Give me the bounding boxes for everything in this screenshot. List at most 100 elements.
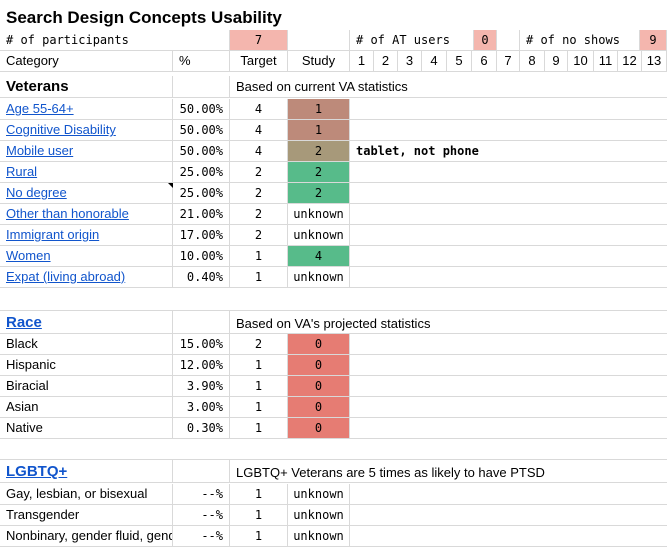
session-number-header[interactable]: 8 — [520, 51, 545, 72]
category-cell[interactable]: Cognitive Disability — [0, 120, 173, 141]
target-cell[interactable]: 1 — [230, 376, 288, 397]
study-cell[interactable]: 4 — [288, 246, 350, 267]
session-number-header[interactable]: 3 — [398, 51, 422, 72]
study-cell[interactable]: 2 — [288, 162, 350, 183]
study-cell[interactable]: unknown — [288, 505, 350, 526]
veterans-note[interactable]: Based on current VA statistics — [230, 76, 667, 98]
target-cell[interactable]: 1 — [230, 505, 288, 526]
target-cell[interactable]: 4 — [230, 141, 288, 162]
percent-cell[interactable]: 0.40% — [173, 267, 230, 288]
empty-cell[interactable] — [350, 526, 667, 547]
percent-cell[interactable]: 3.00% — [173, 397, 230, 418]
category-cell[interactable]: Expat (living abroad) — [0, 267, 173, 288]
target-cell[interactable]: 1 — [230, 418, 288, 439]
session-number-header[interactable]: 11 — [594, 51, 618, 72]
percent-cell[interactable]: 25.00% — [173, 183, 230, 204]
percent-cell[interactable]: 3.90% — [173, 376, 230, 397]
percent-cell[interactable]: --% — [173, 526, 230, 547]
study-cell[interactable]: 1 — [288, 120, 350, 141]
category-cell[interactable]: Native — [0, 418, 173, 439]
target-cell[interactable]: 2 — [230, 183, 288, 204]
comment-cell[interactable] — [350, 225, 667, 246]
comment-cell[interactable] — [350, 120, 667, 141]
study-cell[interactable]: unknown — [288, 204, 350, 225]
category-cell[interactable]: Black — [0, 334, 173, 355]
category-cell[interactable]: Nonbinary, gender fluid, genderqueer — [0, 526, 173, 547]
target-cell[interactable]: 4 — [230, 120, 288, 141]
section-heading-race[interactable]: Race — [0, 311, 173, 334]
empty-cell[interactable] — [350, 376, 667, 397]
percent-cell[interactable]: --% — [173, 484, 230, 505]
percent-cell[interactable]: --% — [173, 505, 230, 526]
empty-cell[interactable] — [173, 311, 230, 334]
session-number-header[interactable]: 4 — [422, 51, 447, 72]
no-shows-value[interactable]: 9 — [640, 30, 667, 51]
percent-cell[interactable]: 10.00% — [173, 246, 230, 267]
study-cell[interactable]: 1 — [288, 99, 350, 120]
session-number-header[interactable]: 6 — [472, 51, 497, 72]
target-cell[interactable]: 1 — [230, 484, 288, 505]
empty-cell[interactable] — [350, 397, 667, 418]
session-number-header[interactable]: 12 — [618, 51, 642, 72]
category-cell[interactable]: Biracial — [0, 376, 173, 397]
session-number-header[interactable]: 1 — [350, 51, 374, 72]
category-cell[interactable]: Mobile user — [0, 141, 173, 162]
category-cell[interactable]: Asian — [0, 397, 173, 418]
lgbtq-note[interactable]: LGBTQ+ Veterans are 5 times as likely to… — [230, 460, 667, 483]
study-cell[interactable]: 0 — [288, 376, 350, 397]
section-heading-lgbtq[interactable]: LGBTQ+ — [0, 460, 173, 483]
study-cell[interactable]: 0 — [288, 397, 350, 418]
category-cell[interactable]: Gay, lesbian, or bisexual — [0, 484, 173, 505]
study-cell[interactable]: 2 — [288, 183, 350, 204]
percent-cell[interactable]: 15.00% — [173, 334, 230, 355]
target-cell[interactable]: 2 — [230, 334, 288, 355]
empty-cell[interactable] — [350, 418, 667, 439]
study-cell[interactable]: unknown — [288, 225, 350, 246]
study-cell[interactable]: 0 — [288, 355, 350, 376]
participants-label[interactable]: # of participants — [0, 30, 230, 51]
session-number-header[interactable]: 13 — [642, 51, 667, 72]
session-number-header[interactable]: 2 — [374, 51, 398, 72]
category-cell[interactable]: Age 55-64+ — [0, 99, 173, 120]
comment-cell[interactable] — [350, 267, 667, 288]
empty-cell[interactable] — [350, 505, 667, 526]
percent-cell[interactable]: 50.00% — [173, 141, 230, 162]
category-cell[interactable]: Transgender — [0, 505, 173, 526]
target-cell[interactable]: 2 — [230, 225, 288, 246]
comment-cell[interactable] — [350, 183, 667, 204]
study-cell[interactable]: 0 — [288, 334, 350, 355]
study-cell[interactable]: unknown — [288, 484, 350, 505]
category-cell[interactable]: Women — [0, 246, 173, 267]
study-cell[interactable]: unknown — [288, 267, 350, 288]
session-number-header[interactable]: 7 — [497, 51, 520, 72]
session-number-header[interactable]: 9 — [545, 51, 568, 72]
study-cell[interactable]: 2 — [288, 141, 350, 162]
section-heading-veterans[interactable]: Veterans — [0, 76, 173, 98]
category-cell[interactable]: Rural — [0, 162, 173, 183]
percent-cell[interactable]: 0.30% — [173, 418, 230, 439]
target-cell[interactable]: 4 — [230, 99, 288, 120]
empty-cell[interactable] — [288, 30, 350, 51]
percent-cell[interactable]: 21.00% — [173, 204, 230, 225]
category-cell[interactable]: Other than honorable — [0, 204, 173, 225]
empty-cell[interactable] — [350, 334, 667, 355]
comment-cell[interactable]: tablet, not phone — [350, 141, 667, 162]
comment-cell[interactable] — [350, 246, 667, 267]
target-cell[interactable]: 1 — [230, 397, 288, 418]
target-cell[interactable]: 1 — [230, 355, 288, 376]
study-cell[interactable]: unknown — [288, 526, 350, 547]
session-number-header[interactable]: 5 — [447, 51, 472, 72]
target-cell[interactable]: 1 — [230, 267, 288, 288]
column-header-category[interactable]: Category — [0, 51, 173, 72]
at-users-label[interactable]: # of AT users — [350, 30, 474, 51]
empty-cell[interactable] — [173, 460, 230, 483]
study-cell[interactable]: 0 — [288, 418, 350, 439]
participants-value[interactable]: 7 — [230, 30, 288, 51]
percent-cell[interactable]: 25.00% — [173, 162, 230, 183]
empty-cell[interactable] — [173, 76, 230, 98]
percent-cell[interactable]: 50.00% — [173, 120, 230, 141]
comment-cell[interactable] — [350, 99, 667, 120]
target-cell[interactable]: 1 — [230, 246, 288, 267]
column-header-study[interactable]: Study — [288, 51, 350, 72]
at-users-value[interactable]: 0 — [474, 30, 497, 51]
